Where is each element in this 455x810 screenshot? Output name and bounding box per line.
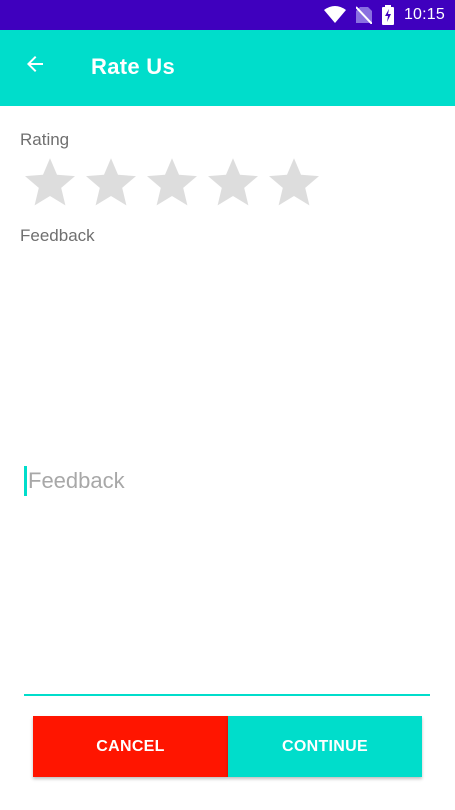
cancel-button[interactable]: CANCEL (33, 716, 228, 777)
star-1-icon[interactable] (22, 154, 78, 210)
wifi-icon (323, 6, 346, 24)
star-5-icon[interactable] (266, 154, 322, 210)
app-bar: Rate Us (0, 30, 455, 106)
star-4-icon[interactable] (205, 154, 261, 210)
no-sim-icon (355, 6, 372, 24)
rating-label: Rating (20, 130, 70, 149)
status-bar: 10:15 (0, 0, 455, 30)
page-title: Rate Us (91, 54, 176, 79)
star-3-icon[interactable] (144, 154, 200, 210)
arrow-back-icon (23, 52, 47, 81)
continue-button-label: CONTINUE (282, 737, 368, 755)
continue-button[interactable]: CONTINUE (228, 716, 422, 777)
star-2-icon[interactable] (83, 154, 139, 210)
cancel-button-label: CANCEL (96, 737, 165, 755)
feedback-input[interactable] (24, 256, 430, 696)
back-button[interactable] (21, 52, 49, 80)
feedback-label: Feedback (20, 226, 95, 245)
star-rating[interactable] (22, 154, 327, 210)
status-time: 10:15 (403, 6, 445, 23)
battery-charging-icon (381, 5, 394, 25)
